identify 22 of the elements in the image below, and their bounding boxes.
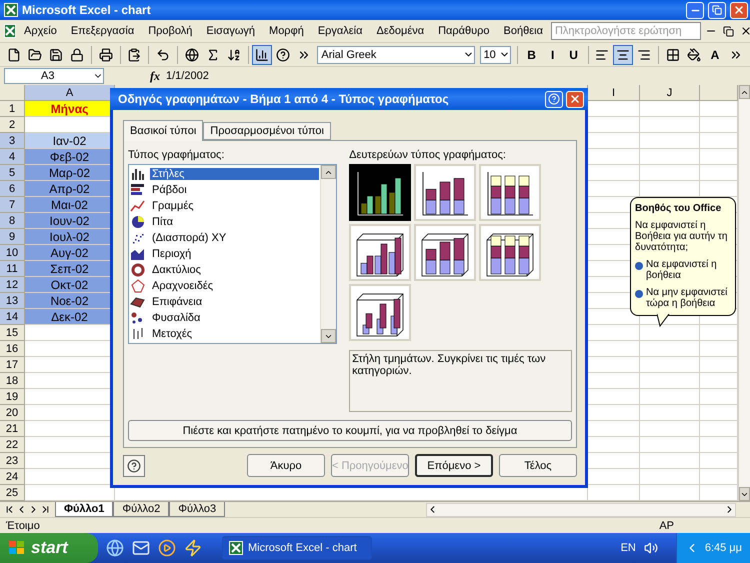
list-item-text: Ράβδοι (151, 184, 188, 196)
list-item-text: Μετοχές (151, 328, 194, 340)
list-item-text: Περιοχή (151, 248, 192, 260)
list-item-text: Δακτύλιος (151, 264, 202, 276)
clock: 6:45 μμ (704, 542, 742, 554)
field-label: Δευτερεύων τύπος γραφήματος: (349, 149, 507, 161)
window-title: Microsoft Excel - chart (22, 3, 152, 17)
formula-text: 1/1/2002 (166, 70, 209, 82)
status-indicator: ΑΡ (659, 520, 674, 532)
list-item-text: (Διασπορά) XY (151, 232, 228, 244)
list-item-text: Επιφάνεια (151, 296, 204, 308)
list-item-text: Πίτα (151, 216, 174, 228)
list-item-text: Γραμμές (151, 200, 195, 212)
list-item-text: Φυσαλίδα (151, 312, 202, 324)
status-text: Έτοιμο (6, 520, 40, 532)
field-label: Τύπος γραφήματος: (128, 149, 226, 161)
list-item-text: Αραχνοειδές (151, 280, 214, 292)
dialog-title: Οδηγός γραφημάτων - Βήμα 1 από 4 - Τύπος γραφήματος (118, 92, 449, 106)
balloon-text: Να εμφανιστεί η Βοήθεια για αυτήν τη δυνατότητα; (635, 220, 728, 253)
balloon-title: Βοηθός του Office (635, 203, 722, 214)
description-text: Στήλη τμημάτων. Συγκρίνει τις τιμές των κατηγοριών. (349, 350, 572, 412)
list-item-text: Στήλες (150, 168, 320, 180)
